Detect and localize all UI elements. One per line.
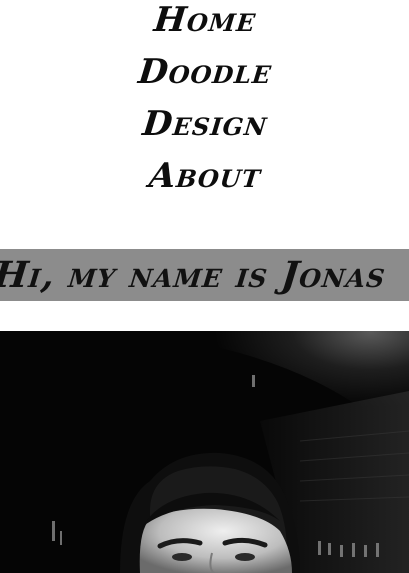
nav-link-about[interactable]: About — [0, 156, 409, 208]
nav-link-doodle[interactable]: Doodle — [0, 52, 409, 104]
intro-banner: Hi, my name is Jonas — [0, 249, 409, 301]
portrait-photo — [0, 331, 409, 573]
main-navigation: Home Doodle Design About — [0, 0, 409, 208]
nav-link-home[interactable]: Home — [0, 0, 409, 52]
intro-heading: Hi, my name is Jonas — [0, 254, 388, 296]
portrait-photo-image — [0, 331, 409, 573]
nav-link-design[interactable]: Design — [0, 104, 409, 156]
